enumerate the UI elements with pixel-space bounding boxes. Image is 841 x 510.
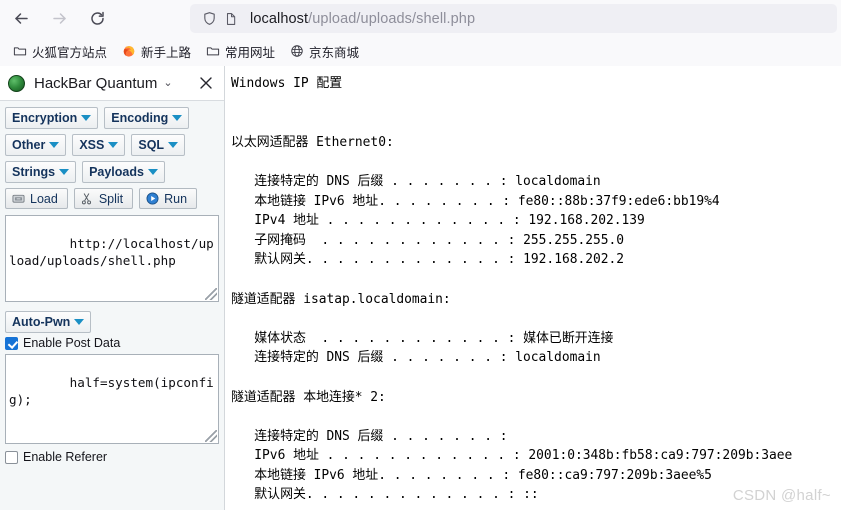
bookmark-label-2: 常用网址 (225, 45, 276, 60)
chevron-down-icon (49, 142, 60, 148)
chevron-down-icon (172, 115, 183, 121)
chevron-down-icon (74, 319, 85, 325)
hackbar-header: HackBar Quantum ⌄ (0, 66, 224, 101)
encoding-menu-button[interactable]: Encoding (104, 107, 190, 129)
split-button-label: Split (98, 191, 124, 206)
bookmark-label-3: 京东商城 (309, 45, 360, 60)
url-bar[interactable]: localhost/upload/uploads/shell.php (190, 4, 837, 33)
other-menu-button[interactable]: Other (5, 134, 67, 156)
strings-menu-button[interactable]: Strings (5, 161, 77, 183)
run-button-label: Run (164, 191, 188, 206)
enable-referer-label: Enable Referer (23, 450, 108, 464)
resize-grip[interactable] (205, 288, 217, 300)
load-icon (11, 192, 25, 206)
other-menu-label: Other (12, 138, 46, 152)
chevron-down-icon (147, 169, 158, 175)
enable-referer-checkbox[interactable] (5, 450, 18, 464)
browser-chrome: localhost/upload/uploads/shell.php 火狐官方站… (0, 0, 841, 66)
enable-referer-row[interactable]: Enable Referer (5, 450, 219, 464)
hackbar-menu-row-3: Strings Payloads (5, 161, 219, 183)
payloads-menu-label: Payloads (89, 165, 144, 179)
scissors-icon (80, 192, 94, 206)
encryption-menu-button[interactable]: Encryption (5, 107, 99, 129)
autopwn-menu-label: Auto-Pwn (12, 315, 71, 329)
bookmarks-bar: 火狐官方站点 新手上路 常用网址 京东商城 (0, 36, 841, 66)
back-button[interactable] (4, 1, 38, 35)
post-data-value: half=system(ipconfig); (9, 375, 214, 407)
enable-post-data-label: Enable Post Data (23, 336, 121, 350)
encoding-menu-label: Encoding (111, 111, 169, 125)
chevron-down-icon (168, 142, 179, 148)
url-path: /upload/uploads/shell.php (308, 10, 476, 27)
globe-icon (289, 44, 304, 59)
folder-icon (12, 44, 27, 59)
ipconfig-output: Windows IP 配置 以太网适配器 Ethernet0: 连接特定的 DN… (231, 76, 793, 503)
hackbar-menu-row-2: Other XSS SQL (5, 134, 219, 156)
encryption-menu-label: Encryption (12, 111, 78, 125)
strings-menu-label: Strings (12, 165, 56, 179)
folder-icon (205, 44, 220, 59)
content-area: HackBar Quantum ⌄ Encryption Encoding Ot… (0, 66, 841, 510)
forward-button[interactable] (42, 1, 76, 35)
bookmark-label-1: 新手上路 (141, 45, 192, 60)
load-button[interactable]: Load (5, 188, 68, 209)
hackbar-title: HackBar Quantum (34, 74, 158, 92)
xss-menu-label: XSS (79, 138, 105, 152)
hackbar-logo-icon (8, 74, 25, 92)
firefox-icon (121, 44, 136, 59)
chevron-down-icon (108, 142, 119, 148)
split-button[interactable]: Split (73, 188, 134, 209)
hackbar-menu-row-1: Encryption Encoding (5, 107, 219, 129)
bookmark-label-0: 火狐官方站点 (32, 45, 108, 60)
enable-post-data-checkbox[interactable] (5, 336, 18, 350)
url-host: localhost (250, 10, 309, 27)
sql-menu-label: SQL (138, 138, 165, 152)
hackbar-panel: HackBar Quantum ⌄ Encryption Encoding Ot… (0, 66, 225, 510)
page-output: Windows IP 配置 以太网适配器 Ethernet0: 连接特定的 DN… (226, 66, 841, 510)
csdn-watermark: CSDN @half~ (732, 487, 831, 504)
play-icon (145, 192, 159, 206)
reload-button[interactable] (80, 1, 114, 35)
hackbar-action-row: Load Split Run (5, 188, 219, 209)
close-icon[interactable] (197, 74, 215, 92)
resize-grip[interactable] (205, 430, 217, 442)
sql-menu-button[interactable]: SQL (131, 134, 186, 156)
bookmark-item-0[interactable]: 火狐官方站点 (6, 40, 113, 62)
chevron-down-icon (81, 115, 92, 121)
chevron-down-icon[interactable]: ⌄ (163, 77, 172, 89)
hackbar-body: Encryption Encoding Other XSS SQL String… (0, 101, 224, 464)
autopwn-row: Auto-Pwn (5, 311, 219, 333)
shield-icon[interactable] (198, 8, 220, 30)
load-button-label: Load (30, 191, 58, 206)
payloads-menu-button[interactable]: Payloads (82, 161, 165, 183)
post-data-input[interactable]: half=system(ipconfig); (5, 354, 219, 444)
bookmark-item-1[interactable]: 新手上路 (115, 40, 197, 62)
xss-menu-button[interactable]: XSS (72, 134, 126, 156)
page-icon[interactable] (220, 8, 242, 30)
enable-post-data-row[interactable]: Enable Post Data (5, 336, 219, 350)
chevron-down-icon (59, 169, 70, 175)
bookmark-item-3[interactable]: 京东商城 (283, 40, 365, 62)
url-text: localhost/upload/uploads/shell.php (250, 11, 475, 27)
autopwn-menu-button[interactable]: Auto-Pwn (5, 311, 92, 333)
bookmark-item-2[interactable]: 常用网址 (199, 40, 281, 62)
url-input[interactable]: http://localhost/upload/uploads/shell.ph… (5, 215, 219, 302)
run-button[interactable]: Run (139, 188, 198, 209)
url-input-value: http://localhost/upload/uploads/shell.ph… (9, 236, 214, 268)
